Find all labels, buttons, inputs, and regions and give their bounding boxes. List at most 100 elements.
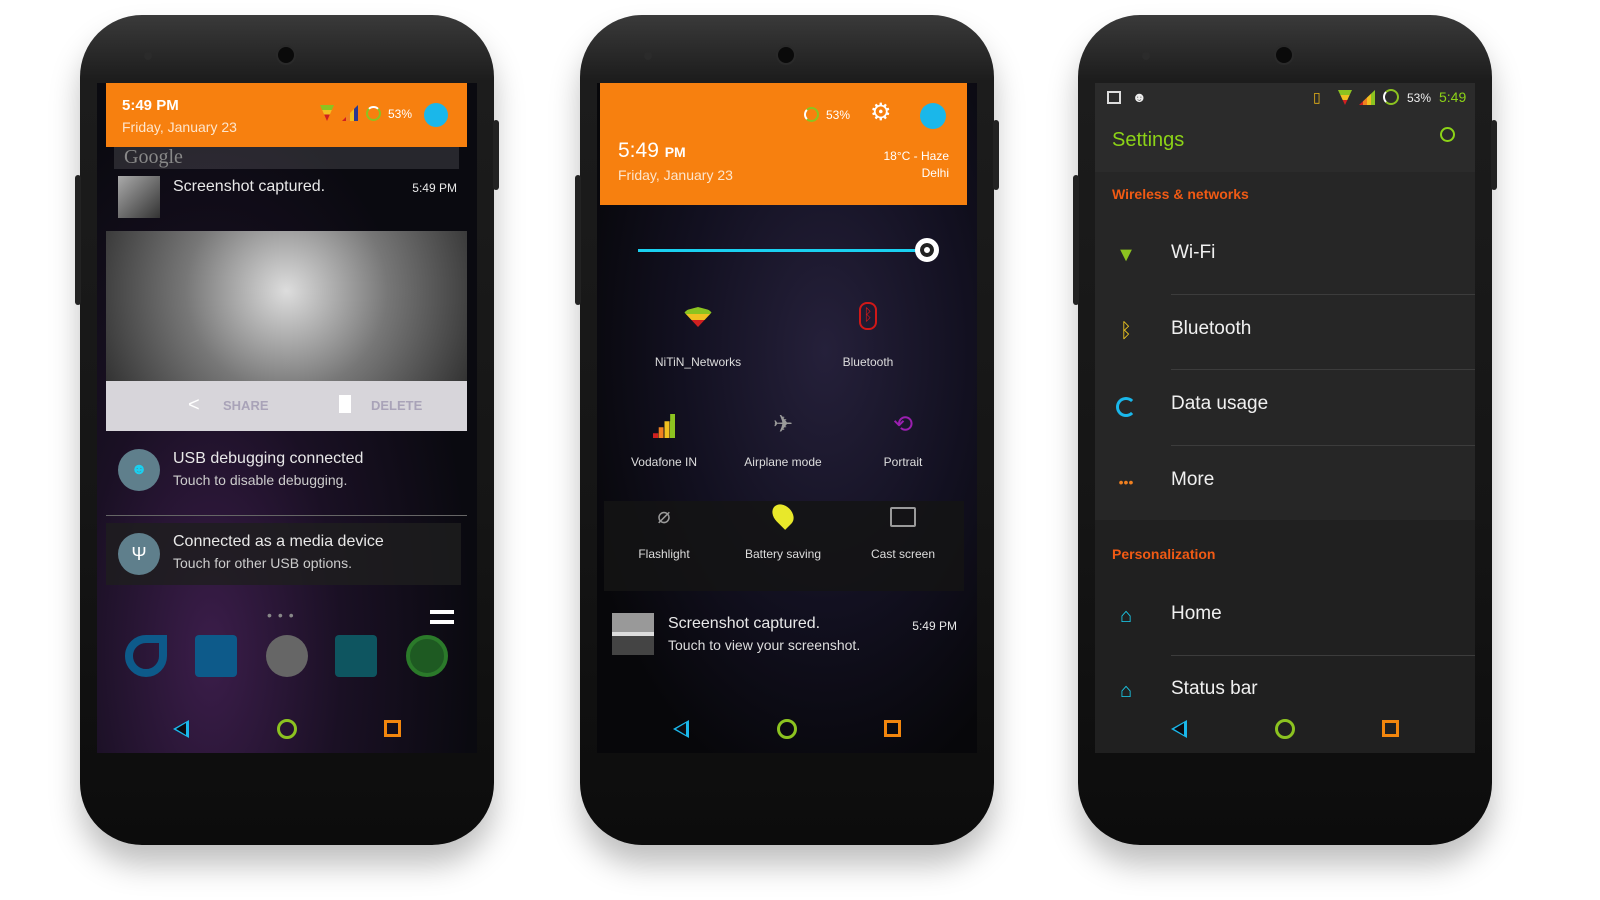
phone-app-icon[interactable] [125, 635, 167, 677]
brightness-thumb-icon[interactable] [915, 238, 939, 262]
settings-item-data-usage[interactable]: Data usage [1095, 369, 1475, 444]
media-device-notification[interactable]: Ψ Connected as a media device Touch for … [106, 523, 461, 585]
back-button[interactable] [673, 720, 689, 738]
screenshot-notification[interactable]: Screenshot captured. 5:49 PM [106, 170, 467, 230]
tile-flashlight[interactable]: Flashlight [638, 547, 689, 561]
notification-actions: < SHARE DELETE [106, 381, 467, 431]
back-button[interactable] [1171, 720, 1187, 738]
bluetooth-icon: ᛒ [1120, 320, 1132, 342]
delete-button[interactable]: DELETE [371, 398, 422, 413]
settings-toolbar: ☻ ▯ 53% 5:49 Settings [1095, 83, 1475, 172]
wifi-icon [1338, 90, 1352, 105]
notification-title: Screenshot captured. [173, 178, 326, 195]
usb-debugging-notification[interactable]: ☻ USB debugging connected Touch to disab… [106, 441, 467, 501]
tile-wifi[interactable]: NiTiN_Networks [655, 355, 741, 369]
recents-button[interactable] [884, 720, 901, 737]
google-search-bar[interactable]: Google [114, 147, 459, 169]
battery-percent: 53% [388, 107, 413, 121]
tile-cast-screen[interactable]: Cast screen [871, 547, 935, 561]
header-time: 5:49 PM [122, 97, 179, 114]
settings-item-more[interactable]: ••• More [1095, 445, 1475, 520]
airplane-icon[interactable]: ✈ [773, 413, 793, 437]
header-time: 5:49 PM [618, 139, 686, 163]
messaging-app-icon[interactable] [335, 635, 377, 677]
item-label: More [1171, 469, 1215, 490]
shade-header: 53% ⚙ 5:49 PM Friday, January 23 18°C - … [600, 83, 967, 205]
recents-button[interactable] [1382, 720, 1399, 737]
phone-notifications: 5:49 PM Friday, January 23 53% Google Sc… [75, 15, 499, 845]
home-button[interactable] [777, 719, 797, 739]
search-icon[interactable] [1440, 127, 1455, 142]
page-title: Settings [1112, 129, 1185, 151]
battery-percent: 53% [826, 108, 851, 122]
item-label: Data usage [1171, 393, 1269, 414]
wifi-icon: ▼ [1116, 244, 1136, 266]
shade-header: 5:49 PM Friday, January 23 53% [106, 83, 467, 147]
brightness-slider[interactable] [638, 249, 928, 252]
tile-mobile-network[interactable]: Vodafone IN [631, 455, 697, 469]
section-header-personalization: Personalization [1112, 546, 1216, 562]
notification-title: USB debugging connected [173, 450, 364, 467]
tile-rotation[interactable]: Portrait [884, 455, 923, 469]
tile-battery-saving[interactable]: Battery saving [745, 547, 821, 561]
app-drawer-icon[interactable] [266, 635, 308, 677]
cast-icon[interactable] [890, 507, 916, 527]
usb-icon: Ψ [118, 533, 160, 575]
recents-button[interactable] [384, 720, 401, 737]
more-icon: ••• [1118, 474, 1134, 490]
back-button[interactable] [173, 720, 189, 738]
flashlight-off-icon[interactable]: ⌀ [657, 505, 670, 527]
screenshot-thumbnail [612, 613, 654, 655]
tile-bluetooth[interactable]: Bluetooth [843, 355, 894, 369]
contacts-app-icon[interactable] [195, 635, 237, 677]
wifi-icon[interactable] [683, 307, 713, 327]
user-avatar-icon[interactable] [424, 103, 448, 127]
quick-settings-panel: 53% ⚙ 5:49 PM Friday, January 23 18°C - … [597, 83, 977, 753]
data-usage-icon [1113, 393, 1139, 419]
notification-subtitle: Touch for other USB options. [173, 555, 352, 571]
home-icon: ⌂ [1119, 680, 1133, 702]
navigation-bar [97, 713, 477, 753]
wifi-icon [320, 105, 334, 121]
signal-icon[interactable] [653, 414, 675, 438]
clock-time: 5:49 [618, 139, 659, 162]
header-date: Friday, January 23 [122, 119, 237, 135]
battery-charging-icon [1383, 89, 1399, 105]
rotation-lock-icon[interactable]: ⟲ [893, 413, 913, 437]
share-icon: < [188, 394, 200, 416]
clock-ampm: PM [664, 144, 686, 160]
item-label: Status bar [1171, 678, 1258, 699]
notification-time: 5:49 PM [412, 181, 457, 195]
phone-settings: ☻ ▯ 53% 5:49 Settings Wireless & network… [1073, 15, 1497, 845]
weather-text: 18°C - Haze [883, 149, 950, 163]
battery-charging-icon [366, 106, 381, 121]
bluetooth-icon[interactable]: ᛒ [859, 302, 877, 330]
settings-gear-icon[interactable]: ⚙ [870, 101, 892, 125]
settings-screen: ☻ ▯ 53% 5:49 Settings Wireless & network… [1095, 83, 1475, 753]
browser-app-icon[interactable] [406, 635, 448, 677]
tile-airplane-mode[interactable]: Airplane mode [744, 455, 821, 469]
user-avatar-icon[interactable] [920, 103, 946, 129]
settings-item-home[interactable]: ⌂ Home [1095, 579, 1475, 654]
delete-icon [339, 395, 351, 413]
signal-icon [342, 105, 358, 121]
notification-title: Screenshot captured. [668, 615, 821, 632]
item-label: Home [1171, 603, 1222, 624]
settings-item-bluetooth[interactable]: ᛒ Bluetooth [1095, 294, 1475, 369]
item-label: Wi-Fi [1171, 242, 1216, 263]
settings-item-wifi[interactable]: ▼ Wi-Fi [1095, 218, 1475, 293]
screenshot-preview[interactable] [106, 231, 467, 381]
status-time: 5:49 [1439, 89, 1467, 105]
header-date: Friday, January 23 [618, 167, 733, 183]
screenshot-notification[interactable]: Screenshot captured. Touch to view your … [600, 603, 967, 669]
page-indicator: ••• [267, 607, 300, 623]
item-label: Bluetooth [1171, 318, 1252, 339]
notification-time: 5:49 PM [912, 619, 957, 633]
notification-title: Connected as a media device [173, 533, 384, 550]
home-button[interactable] [1275, 719, 1295, 739]
share-button[interactable]: SHARE [223, 398, 269, 413]
clear-all-icon[interactable] [430, 610, 454, 624]
home-icon: ⌂ [1119, 605, 1133, 627]
signal-icon [1359, 90, 1375, 105]
home-button[interactable] [277, 719, 297, 739]
